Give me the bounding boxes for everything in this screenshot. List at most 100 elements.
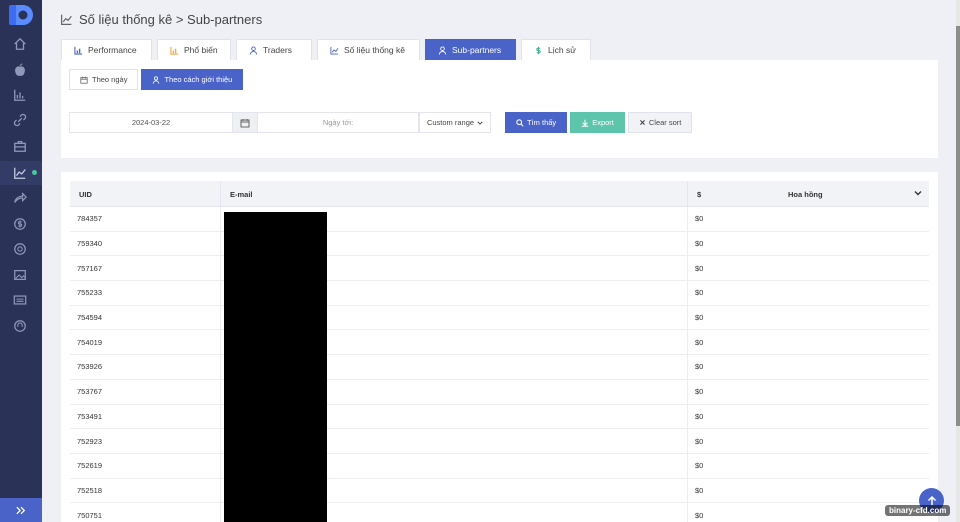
id-card-icon[interactable] bbox=[12, 292, 28, 308]
stats-icon[interactable] bbox=[12, 165, 28, 181]
tab-traders[interactable]: Traders bbox=[236, 39, 312, 60]
uid-cell: 755233 bbox=[70, 281, 221, 305]
search-button[interactable]: Tìm thấy bbox=[505, 112, 568, 133]
close-icon bbox=[639, 120, 645, 125]
page-scrollbar[interactable] bbox=[956, 0, 960, 522]
search-icon bbox=[516, 118, 524, 127]
watermark: binary-cfd.com bbox=[885, 505, 951, 516]
table-row: 753926 $0 bbox=[70, 355, 929, 380]
uid-cell: 752619 bbox=[70, 453, 221, 478]
dollar-circle-icon[interactable] bbox=[12, 216, 28, 232]
table-row: 752619 $0 bbox=[70, 453, 929, 479]
column-uid[interactable]: UID bbox=[70, 181, 221, 207]
download-icon bbox=[581, 119, 589, 127]
table-row: 753767 $0 bbox=[70, 379, 929, 405]
uid-cell: 784357 bbox=[70, 207, 221, 231]
table-row: 753491 $0 bbox=[70, 404, 929, 430]
uid-cell: 752923 bbox=[70, 429, 221, 453]
table-header: UID E-mail $ Hoa hồng bbox=[70, 181, 929, 207]
main-tabs: Performance Phổ biến Traders Số liệu thố… bbox=[61, 39, 591, 60]
column-email[interactable]: E-mail bbox=[221, 181, 688, 207]
table-body: 784357 $0 759340 $0 757167 $0 755233 $0 754594 $0… bbox=[70, 207, 929, 522]
commission-cell: $0 bbox=[695, 436, 704, 446]
sidebar-expand-button[interactable] bbox=[0, 498, 42, 522]
tab-sub-partners[interactable]: Sub-partners bbox=[425, 39, 516, 60]
commission-cell: $0 bbox=[695, 461, 704, 471]
date-to-input[interactable]: Ngày tới: bbox=[257, 112, 419, 133]
apple-icon[interactable] bbox=[12, 62, 28, 78]
commission-cell: $0 bbox=[695, 387, 704, 397]
column-commission[interactable]: $ Hoa hồng bbox=[688, 181, 929, 207]
table-row: 754019 $0 bbox=[70, 330, 929, 356]
calendar-icon bbox=[80, 76, 88, 84]
home-icon[interactable] bbox=[12, 36, 28, 52]
page-header: Số liệu thống kê > Sub-partners bbox=[60, 10, 262, 28]
uid-cell: 754594 bbox=[70, 305, 221, 330]
calendar-icon bbox=[240, 118, 250, 127]
arrow-up-icon bbox=[927, 495, 936, 505]
commission-cell: $0 bbox=[695, 411, 704, 421]
image-icon[interactable] bbox=[12, 267, 28, 283]
scrollbar-thumb[interactable] bbox=[956, 26, 960, 426]
uid-cell: 750751 bbox=[70, 503, 221, 522]
user-icon bbox=[249, 45, 258, 55]
currency-label: $ bbox=[697, 189, 702, 199]
table-row: 757167 $0 bbox=[70, 256, 929, 282]
date-from-input[interactable]: 2024-03-22 bbox=[69, 112, 233, 133]
commission-cell: $0 bbox=[695, 263, 704, 273]
uid-cell: 754019 bbox=[70, 330, 221, 355]
table-row: 750751 $0 bbox=[70, 503, 929, 522]
uid-cell: 753491 bbox=[70, 404, 221, 429]
user-icon bbox=[438, 45, 447, 55]
clear-sort-button[interactable]: Clear sort bbox=[627, 112, 693, 133]
commission-cell: $0 bbox=[695, 362, 704, 372]
tab-by-referral[interactable]: Theo cách giới thiệu bbox=[141, 69, 244, 90]
commission-label: Hoa hồng bbox=[788, 190, 823, 199]
range-select[interactable]: Custom range bbox=[419, 112, 491, 133]
commission-cell: $0 bbox=[695, 485, 704, 495]
view-mode-tabs: Theo ngày Theo cách giới thiệu bbox=[69, 69, 244, 90]
user-icon bbox=[153, 75, 160, 84]
page-title: Số liệu thống kê > Sub-partners bbox=[79, 11, 263, 27]
uid-cell: 757167 bbox=[70, 256, 221, 281]
briefcase-icon[interactable] bbox=[12, 138, 28, 154]
tab-performance[interactable]: Performance bbox=[61, 39, 152, 60]
link-icon[interactable] bbox=[12, 112, 28, 128]
table-row: 755233 $0 bbox=[70, 281, 929, 306]
commission-cell: $0 bbox=[695, 214, 704, 224]
tab-popular[interactable]: Phổ biến bbox=[157, 39, 231, 60]
table-row: 759340 $0 bbox=[70, 231, 929, 257]
double-chevron-right-icon bbox=[16, 506, 26, 514]
filters-row: 2024-03-22 Ngày tới: Custom range Tìm th… bbox=[69, 112, 693, 133]
line-chart-icon bbox=[330, 46, 339, 55]
table-row: 784357 $0 bbox=[70, 207, 929, 232]
tab-history[interactable]: Lịch sử bbox=[521, 39, 591, 60]
export-button[interactable]: Export bbox=[570, 112, 625, 133]
commission-cell: $0 bbox=[695, 239, 704, 249]
chart-icon[interactable] bbox=[12, 87, 28, 103]
uid-cell: 753767 bbox=[70, 379, 221, 404]
chevron-down-icon bbox=[477, 121, 483, 125]
commission-cell: $0 bbox=[695, 313, 704, 323]
sidebar bbox=[0, 0, 42, 522]
share-icon[interactable] bbox=[12, 190, 28, 206]
bar-chart-icon bbox=[74, 46, 83, 55]
active-status-dot bbox=[32, 170, 37, 175]
dollar-icon bbox=[536, 46, 541, 54]
uid-cell: 753926 bbox=[70, 355, 221, 379]
commission-cell: $0 bbox=[695, 337, 704, 347]
coins-icon[interactable] bbox=[12, 241, 28, 257]
uid-cell: 759340 bbox=[70, 231, 221, 256]
support-icon[interactable] bbox=[12, 318, 28, 334]
tab-statistics[interactable]: Số liệu thống kê bbox=[317, 39, 420, 60]
tab-by-day[interactable]: Theo ngày bbox=[69, 69, 139, 90]
logo[interactable] bbox=[9, 5, 33, 25]
calendar-button[interactable] bbox=[233, 112, 257, 133]
line-chart-icon bbox=[61, 14, 72, 25]
redacted-emails bbox=[224, 212, 327, 522]
chevron-down-icon[interactable] bbox=[914, 189, 922, 197]
table-row: 752518 $0 bbox=[70, 478, 929, 504]
commission-cell: $0 bbox=[695, 288, 704, 298]
table-panel: UID E-mail $ Hoa hồng 784357 $0 759340 $0 75… bbox=[61, 172, 938, 522]
table-row: 754594 $0 bbox=[70, 305, 929, 331]
